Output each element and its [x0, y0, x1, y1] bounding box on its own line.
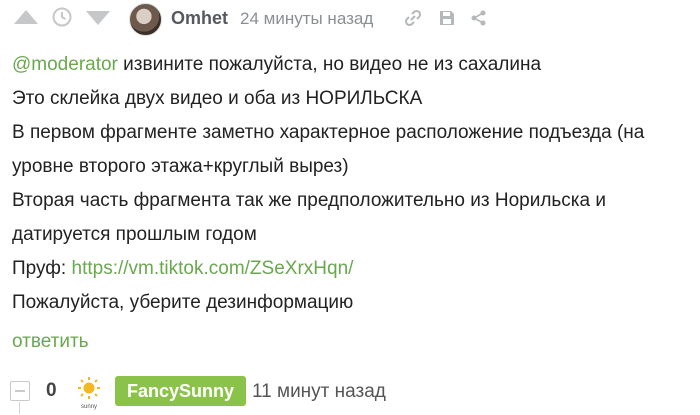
comment-body: @moderator извините пожалуйста, но видео… [12, 48, 692, 320]
collapse-icon[interactable] [10, 381, 30, 401]
comment-line-6: Пожалуйста, уберите дезинформацию [12, 292, 354, 313]
comment-author[interactable]: Omhet [171, 8, 228, 29]
comment-line-3: В первом фрагменте заметно характерное р… [12, 122, 645, 177]
comment-line-2: Это склейка двух видео и оба из НОРИЛЬСК… [12, 88, 423, 109]
comment-line-4: Вторая часть фрагмента так же предположи… [12, 190, 607, 245]
link-icon[interactable] [404, 9, 422, 27]
share-icon[interactable] [470, 9, 488, 27]
save-icon[interactable] [438, 9, 456, 27]
avatar[interactable] [129, 3, 162, 36]
avatar-label: sunny [81, 404, 97, 410]
comment-score: 0 [46, 380, 57, 401]
next-comment-time[interactable]: 11 минут назад [252, 381, 386, 403]
comment-time[interactable]: 24 минуты назад [240, 9, 373, 29]
sun-avatar-icon[interactable]: sunny [76, 376, 102, 410]
comment-line-5: Пруф: https://vm.tiktok.com/ZSeXrxHqn/ [12, 252, 692, 286]
upvote-icon[interactable] [14, 10, 38, 24]
mention-link[interactable]: @moderator [12, 54, 118, 75]
next-comment-author[interactable]: FancySunny [115, 376, 247, 406]
clock-icon[interactable] [52, 7, 72, 27]
comment-text: извините пожалуйста, но видео не из саха… [117, 54, 542, 75]
comment-header: Omhet 24 минуты назад [0, 0, 700, 36]
comment-line-1: @moderator извините пожалуйста, но видео… [12, 48, 692, 82]
thread-line [19, 402, 20, 414]
downvote-icon[interactable] [86, 11, 110, 25]
proof-label: Пруф: [12, 258, 72, 279]
proof-link[interactable]: https://vm.tiktok.com/ZSeXrxHqn/ [72, 258, 354, 279]
reply-button[interactable]: ответить [12, 331, 89, 353]
next-comment-header: 0 sunny FancySunny 11 минут назад [0, 372, 700, 414]
